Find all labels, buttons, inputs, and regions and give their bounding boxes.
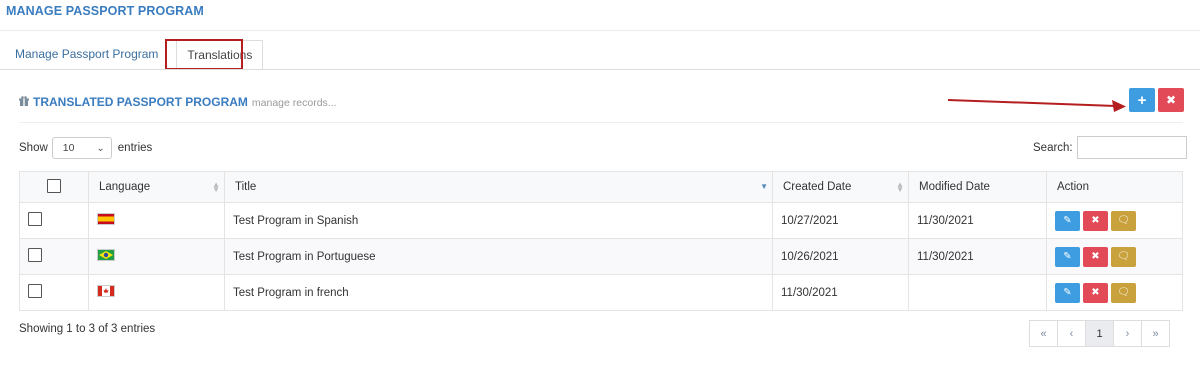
- arrow-annotation: [948, 99, 1126, 112]
- entries-label: entries: [117, 142, 153, 154]
- gift-icon: [19, 96, 29, 109]
- translations-table: Language ▲ ▼ Title ▼ Created Date ▲ ▼ Modi…: [19, 171, 1183, 311]
- canada-flag-icon: [97, 285, 115, 297]
- spain-flag-icon: [97, 213, 115, 225]
- edit-icon[interactable]: ✎: [1055, 282, 1080, 303]
- next-page-button[interactable]: ›: [1113, 320, 1142, 347]
- action-cell: ✎ ✖ 🗨: [1046, 274, 1183, 311]
- entries-select[interactable]: 10 ⌄: [51, 137, 112, 159]
- delete-icon[interactable]: ✖: [1083, 282, 1108, 303]
- language-cell: [88, 202, 225, 239]
- previous-page-button[interactable]: ‹: [1057, 320, 1086, 347]
- delete-records-button[interactable]: ✖: [1158, 88, 1184, 112]
- search-input[interactable]: [1076, 136, 1187, 159]
- section-divider: [19, 122, 1183, 123]
- title-cell: Test Program in Portuguese: [224, 238, 773, 275]
- col-modified-date[interactable]: Modified Date: [908, 171, 1047, 203]
- col-title-label: Title: [235, 181, 257, 193]
- entries-select-value: 10: [62, 142, 75, 154]
- section-header: TRANSLATED PASSPORT PROGRAM manage recor…: [19, 95, 337, 109]
- col-modified-label: Modified Date: [919, 181, 990, 193]
- row-select-cell: [19, 202, 89, 239]
- created-cell: 10/26/2021: [772, 238, 909, 275]
- search-label: Search:: [1033, 141, 1073, 154]
- table-row: Test Program in Spanish 10/27/2021 11/30…: [19, 202, 1183, 239]
- row-select-cell: [19, 238, 89, 275]
- created-cell: 11/30/2021: [772, 274, 909, 311]
- modified-cell: 11/30/2021: [908, 238, 1047, 275]
- sort-desc-icon: ▼: [760, 182, 768, 191]
- col-created-label: Created Date: [783, 181, 852, 193]
- row-checkbox[interactable]: [28, 212, 42, 226]
- col-language-label: Language: [99, 181, 151, 193]
- brazil-flag-icon: [97, 249, 115, 261]
- table-info: Showing 1 to 3 of 3 entries: [19, 323, 156, 335]
- language-cell: [88, 274, 225, 311]
- pagination: « ‹ 1 › »: [1029, 320, 1170, 347]
- title-divider: [0, 30, 1200, 31]
- tab-translations[interactable]: Translations: [176, 40, 264, 70]
- sort-icon: ▲ ▼: [896, 180, 904, 194]
- edit-icon[interactable]: ✎: [1055, 246, 1080, 267]
- delete-icon[interactable]: ✖: [1083, 210, 1108, 231]
- table-row: Test Program in french 11/30/2021 ✎ ✖ 🗨: [19, 274, 1183, 311]
- select-all-cell: [19, 171, 89, 203]
- edit-icon[interactable]: ✎: [1055, 210, 1080, 231]
- col-created-date[interactable]: Created Date ▲ ▼: [772, 171, 909, 203]
- tabs-divider: [0, 69, 1200, 70]
- action-cell: ✎ ✖ 🗨: [1046, 238, 1183, 275]
- table-header-row: Language ▲ ▼ Title ▼ Created Date ▲ ▼ Modi…: [19, 171, 1183, 203]
- section-title: TRANSLATED PASSPORT PROGRAM: [33, 95, 248, 109]
- last-page-button[interactable]: »: [1141, 320, 1170, 347]
- created-cell: 10/27/2021: [772, 202, 909, 239]
- page-title: MANAGE PASSPORT PROGRAM: [6, 4, 204, 18]
- action-cell: ✎ ✖ 🗨: [1046, 202, 1183, 239]
- tab-manage-passport-program[interactable]: Manage Passport Program: [5, 40, 168, 70]
- page-1-button[interactable]: 1: [1085, 320, 1114, 347]
- show-label: Show: [19, 142, 48, 154]
- comment-icon[interactable]: 🗨: [1111, 210, 1136, 231]
- chevron-down-icon: ⌄: [96, 142, 105, 154]
- row-checkbox[interactable]: [28, 248, 42, 262]
- row-checkbox[interactable]: [28, 284, 42, 298]
- row-select-cell: [19, 274, 89, 311]
- first-page-button[interactable]: «: [1029, 320, 1058, 347]
- title-cell: Test Program in Spanish: [224, 202, 773, 239]
- title-cell: Test Program in french: [224, 274, 773, 311]
- sort-icon: ▲ ▼: [212, 180, 220, 194]
- add-record-button[interactable]: +: [1129, 88, 1155, 112]
- comment-icon[interactable]: 🗨: [1111, 282, 1136, 303]
- col-action: Action: [1046, 171, 1183, 203]
- comment-icon[interactable]: 🗨: [1111, 246, 1136, 267]
- col-action-label: Action: [1057, 181, 1089, 193]
- col-language[interactable]: Language ▲ ▼: [88, 171, 225, 203]
- select-all-checkbox[interactable]: [47, 178, 61, 193]
- modified-cell: 11/30/2021: [908, 202, 1047, 239]
- section-subtitle: manage records...: [251, 97, 337, 109]
- modified-cell: [908, 274, 1047, 311]
- language-cell: [88, 238, 225, 275]
- delete-icon[interactable]: ✖: [1083, 246, 1108, 267]
- tab-bar: Manage Passport Program Translations: [5, 40, 264, 70]
- table-row: Test Program in Portuguese 10/26/2021 11…: [19, 238, 1183, 275]
- length-control: Show 10 ⌄ entries: [19, 137, 152, 159]
- col-title[interactable]: Title ▼: [224, 171, 773, 203]
- search-control: Search:: [1033, 136, 1187, 159]
